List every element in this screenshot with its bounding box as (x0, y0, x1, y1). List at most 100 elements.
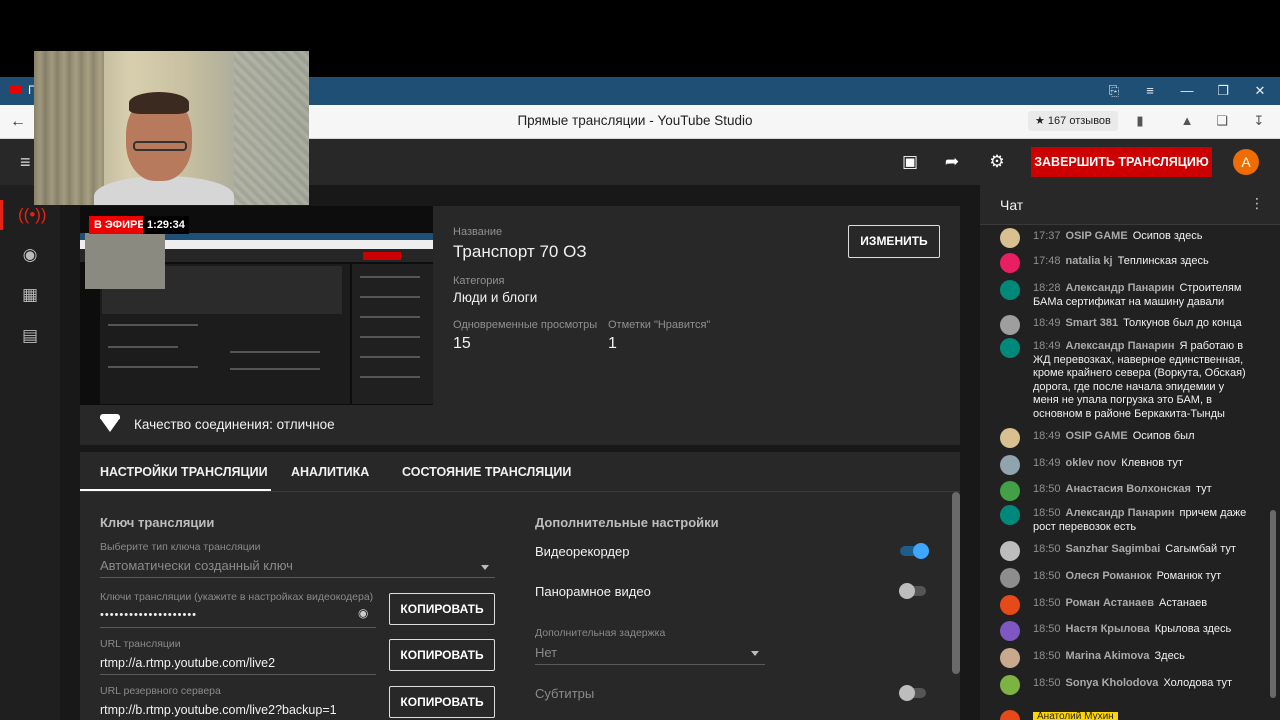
chat-body: тут (1195, 483, 1212, 495)
minimize-icon[interactable]: — (1177, 82, 1197, 100)
chat-message-text: 18:49 Александр Панарин Я работаю в ЖД пер… (1033, 340, 1251, 421)
avatar[interactable] (1000, 280, 1020, 300)
chat-author[interactable]: natalia kj (1066, 255, 1113, 267)
avatar[interactable] (1000, 228, 1020, 248)
camera-icon[interactable]: ◉ (18, 243, 42, 267)
tab-stream-health[interactable]: СОСТОЯНИЕ ТРАНСЛЯЦИИ (402, 465, 571, 479)
avatar[interactable] (1000, 253, 1020, 273)
extra-settings-title: Дополнительные настройки (535, 515, 719, 530)
chat-author[interactable]: Настя Крылова (1066, 623, 1150, 635)
chat-scrollbar[interactable] (1270, 510, 1276, 698)
avatar[interactable] (1000, 648, 1020, 668)
chat-time: 18:50 (1033, 597, 1061, 609)
tab-analytics[interactable]: АНАЛИТИКА (291, 465, 369, 479)
chat-author[interactable]: Marina Akimova (1066, 650, 1150, 662)
protect-icon[interactable]: ▲ (1178, 112, 1196, 130)
close-icon[interactable]: ✕ (1250, 82, 1270, 100)
stream-url-field[interactable]: rtmp://a.rtmp.youtube.com/live2 (100, 656, 275, 670)
chevron-down-icon[interactable] (751, 651, 759, 656)
avatar[interactable] (1000, 428, 1020, 448)
chat-message-text: 18:49 Smart 381 Толкунов был до конца (1033, 317, 1251, 331)
chat-body: Теплинская здесь (1117, 255, 1209, 267)
avatar[interactable] (1000, 481, 1020, 501)
chat-message-text: 18:28 Александр Панарин Строителям БАМа се… (1033, 282, 1251, 309)
dvr-toggle[interactable] (913, 543, 929, 559)
delay-select[interactable]: Нет (535, 645, 557, 660)
more-vert-icon[interactable]: ⋮ (1250, 195, 1264, 212)
chat-time: 18:49 (1033, 430, 1061, 442)
avatar[interactable] (1000, 595, 1020, 615)
stream-key-label: Ключи трансляции (укажите в настройках в… (100, 591, 374, 603)
copy-url-button[interactable]: КОПИРОВАТЬ (389, 639, 495, 671)
avatar[interactable] (1000, 338, 1020, 358)
live-badge: В ЭФИРЕ (89, 216, 150, 234)
chat-message-text: 18:49 OSIP GAME Осипов был (1033, 430, 1251, 444)
hamburger-menu-icon[interactable]: ≡ (20, 152, 31, 173)
subtitles-toggle[interactable] (899, 685, 915, 701)
live-broadcast-icon[interactable]: ((•)) (18, 203, 47, 227)
avatar[interactable] (1000, 568, 1020, 588)
chat-author[interactable]: Sonya Kholodova (1066, 677, 1159, 689)
chat-author[interactable]: Александр Панарин (1066, 282, 1175, 294)
avatar[interactable] (1000, 675, 1020, 695)
chat-body: Холодова тут (1163, 677, 1233, 689)
chat-author-badge[interactable]: Анатолий Мухин (1033, 712, 1118, 720)
reviews-badge[interactable]: ★ 167 отзывов (1028, 111, 1118, 131)
end-stream-button[interactable]: ЗАВЕРШИТЬ ТРАНСЛЯЦИЮ (1031, 147, 1212, 177)
avatar[interactable]: А (1233, 149, 1259, 175)
chat-message-text: 18:50 Marina Akimova Здесь (1033, 650, 1251, 664)
chat-author[interactable]: Smart 381 (1066, 317, 1119, 329)
screen: П ⎘ ≡ — ❐ ✕ ← Прямые трансляции - YouTub… (0, 0, 1280, 720)
chat-body: Здесь (1154, 650, 1185, 662)
tab-stream-settings[interactable]: НАСТРОЙКИ ТРАНСЛЯЦИИ (100, 465, 268, 479)
viewers-label: Одновременные просмотры (453, 319, 598, 331)
stream-key-field[interactable]: •••••••••••••••••••• (100, 609, 197, 621)
subtitles-label: Субтитры (535, 686, 595, 701)
pano-label: Панорамное видео (535, 584, 651, 599)
calendar-icon[interactable]: ▦ (18, 283, 42, 307)
chat-time: 18:50 (1033, 623, 1061, 635)
likes-count: 1 (608, 335, 617, 352)
chat-body: Крылова здесь (1154, 623, 1232, 635)
stream-settings-card (80, 452, 960, 720)
main-scrollbar[interactable] (952, 492, 960, 674)
key-type-select[interactable]: Автоматически созданный ключ (100, 558, 293, 573)
avatar[interactable] (1000, 455, 1020, 475)
avatar[interactable] (1000, 505, 1020, 525)
chat-author[interactable]: Олеся Романюк (1066, 570, 1152, 582)
chat-author[interactable]: Александр Панарин (1066, 340, 1175, 352)
chat-author[interactable]: Александр Панарин (1066, 507, 1175, 519)
viewers-count: 15 (453, 335, 471, 352)
clapperboard-icon[interactable]: ▣ (899, 151, 921, 173)
avatar[interactable] (1000, 621, 1020, 641)
chat-author[interactable]: Sanzhar Sagimbai (1066, 543, 1161, 555)
chat-author[interactable]: OSIP GAME (1066, 430, 1128, 442)
chat-author[interactable]: Роман Астанаев (1066, 597, 1155, 609)
chat-time: 18:50 (1033, 543, 1061, 555)
stream-category: Люди и блоги (453, 290, 538, 305)
bookmark-icon[interactable]: ▮ (1131, 112, 1149, 130)
chat-author[interactable]: OSIP GAME (1066, 230, 1128, 242)
share-icon[interactable]: ➦ (941, 151, 963, 173)
manage-icon[interactable]: ▤ (18, 324, 42, 348)
maximize-icon[interactable]: ❐ (1213, 82, 1233, 100)
chat-author[interactable]: oklev nov (1066, 457, 1117, 469)
bookmarks-icon[interactable]: ⎘ (1104, 82, 1124, 100)
backup-url-field[interactable]: rtmp://b.rtmp.youtube.com/live2?backup=1 (100, 703, 337, 717)
hide-eye-icon[interactable]: ◉ (358, 606, 374, 620)
avatar[interactable] (1000, 541, 1020, 561)
key-type-label: Выберите тип ключа трансляции (100, 541, 261, 553)
menu-icon[interactable]: ≡ (1140, 82, 1160, 100)
copy-key-button[interactable]: КОПИРОВАТЬ (389, 593, 495, 625)
stream-preview[interactable] (80, 206, 433, 405)
collections-icon[interactable]: ❏ (1213, 112, 1231, 130)
pano-toggle[interactable] (899, 583, 915, 599)
copy-backup-button[interactable]: КОПИРОВАТЬ (389, 686, 495, 718)
back-arrow-icon[interactable]: ← (10, 113, 26, 131)
chevron-down-icon[interactable] (481, 565, 489, 570)
edit-button[interactable]: ИЗМЕНИТЬ (848, 225, 940, 258)
gear-icon[interactable]: ⚙ (986, 151, 1008, 173)
download-icon[interactable]: ↧ (1250, 112, 1268, 130)
avatar[interactable] (1000, 315, 1020, 335)
chat-author[interactable]: Анастасия Волхонская (1066, 483, 1191, 495)
